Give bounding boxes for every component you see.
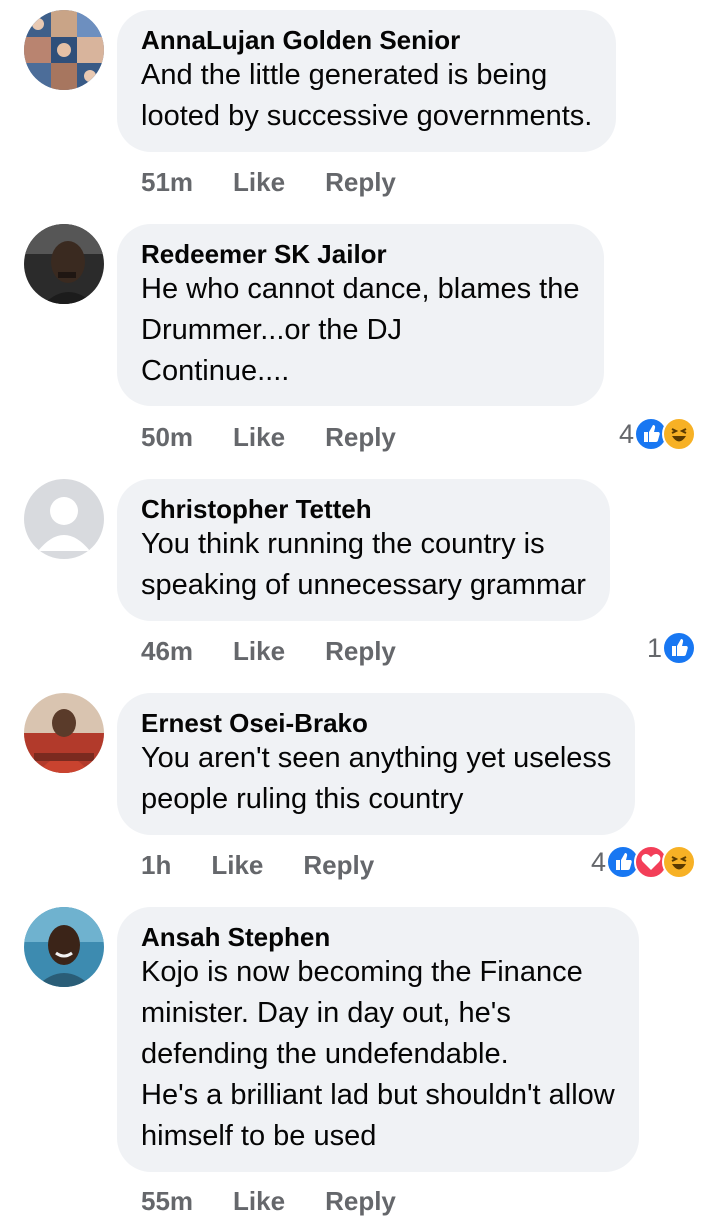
comment-actions: 51m Like Reply — [141, 165, 396, 199]
comment-text: You think running the country is speakin… — [141, 528, 586, 601]
like-reaction-icon — [662, 631, 696, 665]
reply-button[interactable]: Reply — [325, 636, 396, 667]
person-photo-avatar-icon[interactable] — [24, 907, 104, 987]
like-button[interactable]: Like — [233, 167, 285, 198]
comment-bubble: AnnaLujan Golden Senior And the little g… — [117, 10, 617, 152]
comment-timestamp[interactable]: 1h — [141, 850, 171, 881]
reply-button[interactable]: Reply — [325, 422, 396, 453]
comment-bubble: Ernest Osei-Brako You aren't seen anythi… — [117, 693, 636, 835]
like-button[interactable]: Like — [233, 422, 285, 453]
reply-button[interactable]: Reply — [325, 1186, 396, 1217]
comment-bubble: Redeemer SK Jailor He who cannot dance, … — [117, 224, 604, 406]
comment-text: Kojo is now becoming the Finance ministe… — [141, 956, 615, 1152]
reaction-count: 4 — [618, 418, 634, 449]
reply-button[interactable]: Reply — [303, 850, 374, 881]
comment-actions: 50m Like Reply — [141, 420, 396, 454]
reaction-count: 1 — [646, 632, 662, 663]
comment-author[interactable]: Redeemer SK Jailor — [141, 239, 580, 269]
comment-text: And the little generated is being looted… — [141, 59, 593, 132]
reaction-count: 4 — [590, 846, 606, 877]
reaction-summary[interactable]: 4 — [619, 417, 696, 451]
comment-author[interactable]: Christopher Tetteh — [141, 494, 586, 524]
comment-actions: 1h Like Reply — [141, 848, 374, 882]
reaction-summary[interactable]: 4 — [591, 845, 696, 879]
person-photo-avatar-icon[interactable] — [24, 693, 104, 773]
reaction-summary[interactable]: 1 — [647, 631, 696, 665]
comment-timestamp[interactable]: 55m — [141, 1186, 193, 1217]
haha-reaction-icon — [662, 845, 696, 879]
comment-author[interactable]: AnnaLujan Golden Senior — [141, 25, 592, 55]
like-button[interactable]: Like — [233, 1186, 285, 1217]
comment-author[interactable]: Ansah Stephen — [141, 922, 615, 952]
comment-text: He who cannot dance, blames the Drummer.… — [141, 273, 580, 387]
like-button[interactable]: Like — [211, 850, 263, 881]
comment-text: You aren't seen anything yet useless peo… — [141, 742, 612, 815]
like-button[interactable]: Like — [233, 636, 285, 667]
photo-collage-avatar-icon[interactable] — [24, 10, 104, 90]
person-photo-avatar-icon[interactable] — [24, 224, 104, 304]
comment-timestamp[interactable]: 51m — [141, 167, 193, 198]
reply-button[interactable]: Reply — [325, 167, 396, 198]
default-user-avatar-icon[interactable] — [24, 479, 104, 559]
comment-bubble: Ansah Stephen Kojo is now becoming the F… — [117, 907, 639, 1172]
comment-timestamp[interactable]: 50m — [141, 422, 193, 453]
comment-author[interactable]: Ernest Osei-Brako — [141, 708, 611, 738]
comment-bubble: Christopher Tetteh You think running the… — [117, 479, 610, 621]
comment-actions: 46m Like Reply — [141, 634, 396, 668]
comment-actions: 55m Like Reply — [141, 1184, 396, 1218]
haha-reaction-icon — [662, 417, 696, 451]
comment-timestamp[interactable]: 46m — [141, 636, 193, 667]
